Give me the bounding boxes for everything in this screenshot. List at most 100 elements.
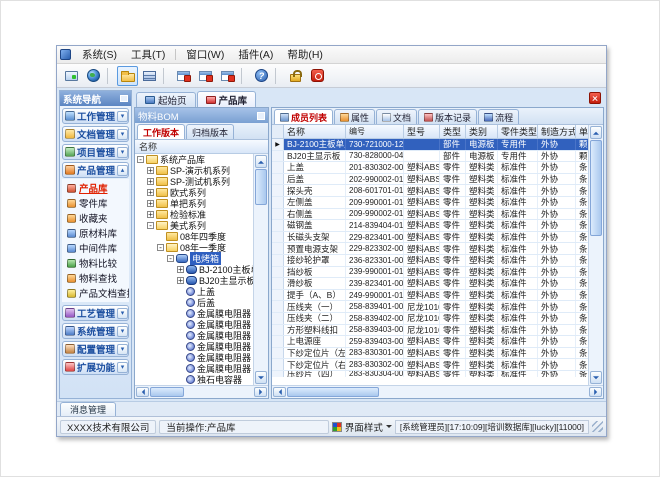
- interface-style-selector[interactable]: 界面样式: [345, 420, 383, 434]
- menu-item[interactable]: [175, 49, 176, 60]
- table-row[interactable]: 方形塑料线扣 258-839403-00X 尼龙1010 零件 塑料类 标准件 …: [272, 325, 603, 337]
- sidebar-section-header[interactable]: 工艺管理 ▾: [62, 305, 129, 321]
- menu-item[interactable]: 系统(S): [75, 47, 124, 62]
- column-header[interactable]: 类型: [440, 125, 466, 138]
- column-header[interactable]: 制造方式: [538, 125, 576, 138]
- table-row[interactable]: 后盖 202-990002-01X 塑料ABS 零件 塑料类 标准件 外协 条: [272, 174, 603, 186]
- version-tab[interactable]: 归档版本: [186, 124, 234, 139]
- grid-vertical-scrollbar[interactable]: [588, 125, 603, 385]
- document-tab[interactable]: 起始页: [136, 92, 196, 107]
- close-icon[interactable]: [589, 92, 601, 104]
- tree-column-header[interactable]: 名称: [135, 140, 268, 154]
- scroll-track[interactable]: [379, 386, 588, 398]
- chevron-down-icon[interactable]: ▾: [117, 362, 128, 373]
- sidebar-item[interactable]: 原材料库: [62, 226, 129, 240]
- chevron-down-icon[interactable]: ▾: [117, 344, 128, 355]
- panel-tab[interactable]: 成员列表: [274, 109, 333, 124]
- menu-item[interactable]: 窗口(W): [179, 47, 231, 62]
- column-header[interactable]: 型号: [404, 125, 440, 138]
- tree-vertical-scrollbar[interactable]: [253, 154, 268, 385]
- sidebar-item[interactable]: 产品文档查找: [62, 286, 129, 300]
- sidebar-section-header[interactable]: 扩展功能 ▾: [62, 359, 129, 375]
- sidebar-section-header[interactable]: 配置管理 ▾: [62, 341, 129, 357]
- scroll-thumb[interactable]: [287, 387, 379, 397]
- lock-icon[interactable]: [285, 66, 306, 86]
- tree-node[interactable]: + BJ20主显示板: [135, 275, 253, 286]
- sidebar-item[interactable]: 产品库: [62, 181, 129, 195]
- separator[interactable]: [241, 68, 248, 84]
- table-row[interactable]: 预置电源支架 229-823302-00X 塑料ABS 零件 塑料类 标准件 外…: [272, 243, 603, 255]
- table-row[interactable]: 长磁头支架 229-823401-00X 塑料ABS 零件 塑料类 标准件 外协…: [272, 232, 603, 244]
- column-header[interactable]: 类别: [466, 125, 498, 138]
- expander-icon[interactable]: -: [147, 222, 154, 229]
- message-management-tab[interactable]: 消息管理: [60, 402, 116, 416]
- tree-horizontal-scrollbar[interactable]: [135, 385, 268, 398]
- scroll-thumb[interactable]: [590, 140, 602, 236]
- panel-menu-icon[interactable]: [120, 95, 128, 102]
- sidebar-section-header[interactable]: 系统管理 ▾: [62, 323, 129, 339]
- table-row[interactable]: 磁钢盖 214-839404-01X 塑料ABS 零件 塑料类 标准件 外协 条: [272, 220, 603, 232]
- panel-tab[interactable]: 版本记录: [418, 109, 477, 124]
- scroll-left-icon[interactable]: [136, 387, 149, 397]
- expander-icon[interactable]: -: [167, 255, 174, 262]
- column-header[interactable]: 名称: [284, 125, 346, 138]
- column-header[interactable]: 编号: [346, 125, 404, 138]
- pin-icon[interactable]: [257, 112, 265, 120]
- table-row[interactable]: BJ20主显示板 730-828000-04X 部件 电源板 专用件 外协 颗: [272, 151, 603, 163]
- data-grid-icon[interactable]: [139, 66, 160, 86]
- expander-icon[interactable]: +: [177, 266, 184, 273]
- table-row[interactable]: 压纱片（四） 283-830304-00X 塑料ABS 零件 塑料类 标准件 外…: [272, 371, 603, 377]
- scroll-track[interactable]: [254, 205, 268, 370]
- sidebar-item[interactable]: 物料比较: [62, 256, 129, 270]
- resize-grip[interactable]: [592, 421, 603, 432]
- menu-item[interactable]: 工具(T): [124, 47, 172, 62]
- menu-item[interactable]: 帮助(H): [280, 47, 330, 62]
- panel-tab[interactable]: 流程: [478, 109, 519, 124]
- panel-tab[interactable]: 文档: [376, 109, 417, 124]
- sidebar-item[interactable]: 收藏夹: [62, 211, 129, 225]
- sidebar-item[interactable]: 零件库: [62, 196, 129, 210]
- table-row[interactable]: 上电源座 259-839403-00X 塑料ABS 零件 塑料类 标准件 外协 …: [272, 336, 603, 348]
- scroll-up-icon[interactable]: [590, 126, 602, 139]
- scroll-down-icon[interactable]: [255, 371, 267, 384]
- separator[interactable]: [163, 68, 170, 84]
- sidebar-section-header[interactable]: 产品管理 ▴: [62, 162, 129, 178]
- sidebar-item[interactable]: 中间件库: [62, 241, 129, 255]
- tree-node[interactable]: 独石电容器: [135, 374, 253, 385]
- expander-icon[interactable]: -: [157, 244, 164, 251]
- tree-node[interactable]: 上盖: [135, 286, 253, 297]
- table-row[interactable]: 压线夹（一） 258-839401-00X 尼龙1010 零件 塑料类 标准件 …: [272, 301, 603, 313]
- sidebar-section-header[interactable]: 文档管理 ▾: [62, 126, 129, 142]
- menu-item[interactable]: 插件(A): [231, 47, 280, 62]
- table-row[interactable]: 下纱定位片（右） 283-830302-00X 塑料ABS 零件 塑料类 标准件…: [272, 359, 603, 371]
- table-row[interactable]: 接纱轮护罩 236-823301-00X 塑料ABS 零件 塑料类 标准件 外协…: [272, 255, 603, 267]
- chevron-down-icon[interactable]: [386, 425, 392, 431]
- table-row[interactable]: 右侧盖 209-990002-01X 塑料ABS 零件 塑料类 标准件 外协 条: [272, 209, 603, 221]
- table-row[interactable]: 上盖 201-830302-00X 塑料ABS 零件 塑料类 标准件 外协 条: [272, 162, 603, 174]
- table-row[interactable]: 提手（A、B） 249-990001-01X 塑料ABS 零件 塑料类 标准件 …: [272, 290, 603, 302]
- table-row[interactable]: 压线夹（二） 258-839402-00X 尼龙1010 零件 塑料类 标准件 …: [272, 313, 603, 325]
- separator[interactable]: [107, 68, 114, 84]
- expander-icon[interactable]: +: [147, 211, 154, 218]
- close-window-icon[interactable]: [217, 66, 238, 86]
- expander-icon[interactable]: +: [177, 277, 184, 284]
- sidebar-item[interactable]: 物料查找: [62, 271, 129, 285]
- expander-icon[interactable]: +: [147, 189, 154, 196]
- table-row[interactable]: 左侧盖 209-990001-01X 塑料ABS 零件 塑料类 标准件 外协 条: [272, 197, 603, 209]
- table-row[interactable]: 滑纱板 239-823401-00X 塑料ABS 零件 塑料类 标准件 外协 条: [272, 278, 603, 290]
- scroll-thumb[interactable]: [150, 387, 184, 397]
- chevron-down-icon[interactable]: ▾: [117, 147, 128, 158]
- scroll-right-icon[interactable]: [254, 387, 267, 397]
- scroll-track[interactable]: [589, 236, 603, 370]
- scroll-left-icon[interactable]: [273, 387, 286, 397]
- expander-icon[interactable]: +: [147, 200, 154, 207]
- refresh-window-icon[interactable]: [195, 66, 216, 86]
- version-tab[interactable]: 工作版本: [137, 124, 185, 139]
- help-icon[interactable]: [251, 66, 272, 86]
- column-header[interactable]: 零件类型: [498, 125, 538, 138]
- scroll-track[interactable]: [184, 386, 253, 398]
- grid-horizontal-scrollbar[interactable]: [272, 385, 603, 398]
- open-library-icon[interactable]: [117, 66, 138, 86]
- chevron-down-icon[interactable]: ▾: [117, 308, 128, 319]
- table-row[interactable]: 探头壳 208-601701-01X 塑料ABS 零件 塑料类 标准件 外协 条: [272, 185, 603, 197]
